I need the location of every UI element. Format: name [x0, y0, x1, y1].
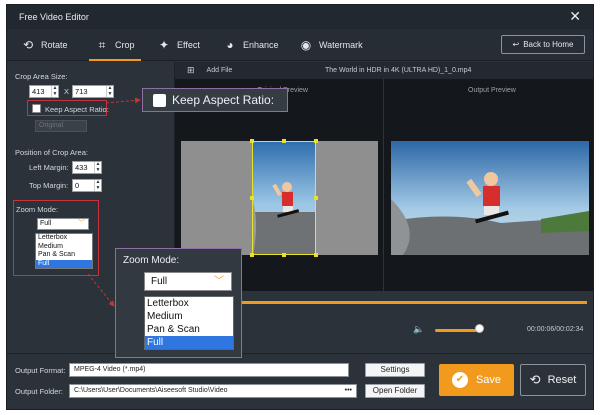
- zoom-mode-list-zoomed: Letterbox Medium Pan & Scan Full: [144, 296, 234, 350]
- callout-arrows: [87, 97, 141, 307]
- zoom-option-full[interactable]: Full: [145, 336, 233, 349]
- zoom-option-medium[interactable]: Medium: [145, 310, 233, 323]
- keep-aspect-ratio-callout: Keep Aspect Ratio:: [142, 88, 288, 112]
- zoom-mode-selected-zoomed: Full: [151, 276, 168, 287]
- keep-aspect-ratio-checkbox-zoomed[interactable]: [153, 93, 166, 107]
- arrow-to-aspect-callout: [105, 97, 141, 104]
- zoom-mode-label-zoomed: Zoom Mode:: [123, 255, 180, 266]
- zoom-mode-dropdown-zoomed[interactable]: Full ﹀: [144, 272, 232, 291]
- arrow-to-zoom-callout: [87, 273, 115, 307]
- chevron-down-icon: ﹀: [214, 276, 224, 287]
- zoom-option-pan-scan[interactable]: Pan & Scan: [145, 323, 233, 336]
- keep-aspect-ratio-label-zoomed: Keep Aspect Ratio:: [172, 93, 275, 107]
- zoom-option-letterbox[interactable]: Letterbox: [145, 297, 233, 310]
- zoom-mode-callout: Zoom Mode: Full ﹀ Letterbox Medium Pan &…: [115, 248, 242, 358]
